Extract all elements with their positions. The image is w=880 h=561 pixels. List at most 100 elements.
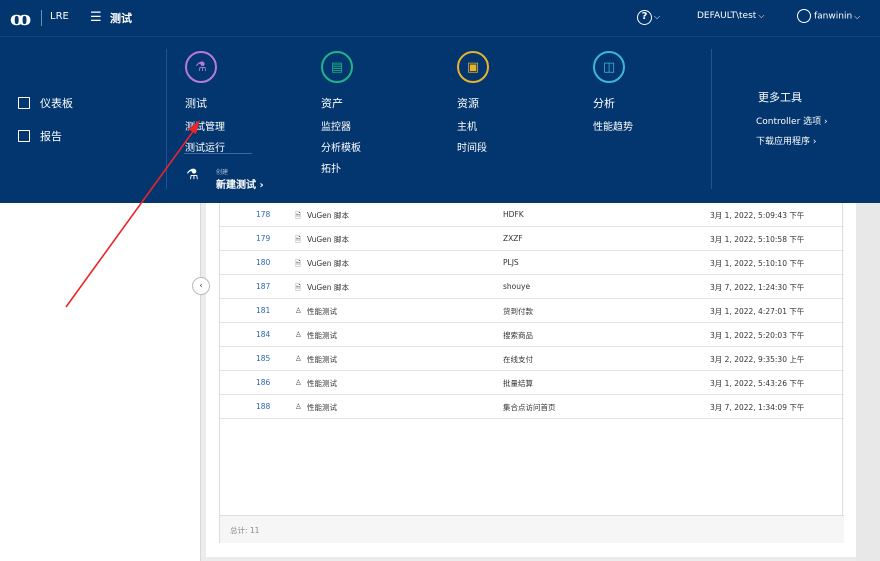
menu-item-topology[interactable]: 拓扑 <box>321 160 361 175</box>
nav-item-label: 报告 <box>40 130 62 143</box>
performance-test-icon: ♙ <box>295 378 302 387</box>
row-type: VuGen 脚本 <box>307 283 349 292</box>
flask-icon: ⚗ <box>186 167 199 183</box>
row-id-link[interactable]: 185 <box>256 354 270 363</box>
user-menu[interactable]: fanwinin ⌵ <box>797 9 860 23</box>
main-panel: 178 🗎 VuGen 脚本 HDFK 3月 1, 2022, 5:09:43 … <box>206 203 856 557</box>
menu-column-assets: ▤ 资产 监控器 分析模板 拓扑 <box>321 51 361 181</box>
row-type: 性能测试 <box>307 379 337 388</box>
row-name: 批量结算 <box>503 379 533 388</box>
download-apps-link[interactable]: 下载应用程序 › <box>756 134 836 147</box>
table-row[interactable]: 178 🗎 VuGen 脚本 HDFK 3月 1, 2022, 5:09:43 … <box>220 203 844 227</box>
row-name: PLJS <box>503 258 519 267</box>
menu-item-monitors[interactable]: 监控器 <box>321 118 361 133</box>
row-type: 性能测试 <box>307 307 337 316</box>
row-id-link[interactable]: 178 <box>256 210 270 219</box>
right-margin <box>856 203 880 561</box>
table-row[interactable]: 181 ♙ 性能测试 货到付款 3月 1, 2022, 4:27:01 下午 <box>220 299 844 323</box>
tenant-label: DEFAULT\test <box>697 11 757 21</box>
top-bar: ꝏ LRE ☰ 测试 ? ⌵ DEFAULT\test ⌵ fanwinin ⌵ <box>0 0 880 36</box>
collapse-sidebar-button[interactable]: ‹ <box>192 277 210 295</box>
divider <box>184 153 252 154</box>
row-id-link[interactable]: 181 <box>256 306 270 315</box>
row-id-link[interactable]: 180 <box>256 258 270 267</box>
sidebar <box>0 203 201 561</box>
row-date: 3月 1, 2022, 5:09:43 下午 <box>710 211 805 220</box>
chart-icon: ◫ <box>593 51 625 83</box>
controller-options-link[interactable]: Controller 选项 › <box>756 114 836 127</box>
menu-item-hosts[interactable]: 主机 <box>457 118 489 133</box>
row-date: 3月 1, 2022, 5:20:03 下午 <box>710 331 805 340</box>
row-id-link[interactable]: 184 <box>256 330 270 339</box>
nav-item-label: 仪表板 <box>40 97 73 110</box>
user-name: fanwinin <box>814 11 853 22</box>
table-row[interactable]: 186 ♙ 性能测试 批量结算 3月 1, 2022, 5:43:26 下午 <box>220 371 844 395</box>
menu-title-assets[interactable]: 资产 <box>321 95 361 111</box>
row-name: 货到付款 <box>503 307 533 316</box>
dashboard-icon <box>18 97 30 109</box>
menu-column-resources: ▣ 资源 主机 时间段 <box>457 51 489 160</box>
row-id-link[interactable]: 188 <box>256 402 270 411</box>
page: ꝏ LRE ☰ 测试 ? ⌵ DEFAULT\test ⌵ fanwinin ⌵ 仪表… <box>0 0 880 561</box>
table-row[interactable]: 187 🗎 VuGen 脚本 shouye 3月 7, 2022, 1:24:3… <box>220 275 844 299</box>
row-type: 性能测试 <box>307 403 337 412</box>
more-tools: 更多工具 Controller 选项 › 下载应用程序 › <box>756 89 836 154</box>
create-label: 创建 <box>216 169 229 176</box>
script-icon: 🗎 <box>295 283 302 292</box>
performance-test-icon: ♙ <box>295 354 302 363</box>
chevron-down-icon: ⌵ <box>654 12 661 21</box>
menu-item-test-management[interactable]: 测试管理 <box>185 118 225 133</box>
host-icon: ▣ <box>457 51 489 83</box>
row-id-link[interactable]: 187 <box>256 282 270 291</box>
menu-title-analysis[interactable]: 分析 <box>593 95 633 111</box>
row-type: VuGen 脚本 <box>307 211 349 220</box>
nav-item-dashboard[interactable]: 仪表板 <box>18 95 73 111</box>
menu-item-test-runs[interactable]: 测试运行 <box>185 139 225 154</box>
new-test-link[interactable]: 新建测试 › <box>216 176 264 191</box>
help-menu[interactable]: ? ⌵ <box>637 8 660 25</box>
more-tools-title: 更多工具 <box>758 91 802 104</box>
row-date: 3月 7, 2022, 1:24:30 下午 <box>710 283 805 292</box>
divider <box>166 49 167 189</box>
script-icon: 🗎 <box>295 259 302 268</box>
performance-test-icon: ♙ <box>295 402 302 411</box>
script-icon: 🗎 <box>295 235 302 244</box>
script-icon: 🗎 <box>295 211 302 220</box>
hamburger-menu-icon[interactable]: ☰ <box>90 10 102 25</box>
performance-test-icon: ♙ <box>295 330 302 339</box>
row-name: HDFK <box>503 210 524 219</box>
menu-item-analysis-templates[interactable]: 分析模板 <box>321 139 361 154</box>
row-id-link[interactable]: 179 <box>256 234 270 243</box>
row-type: 性能测试 <box>307 331 337 340</box>
menu-title-test[interactable]: 测试 <box>185 95 225 111</box>
table-row[interactable]: 184 ♙ 性能测试 搜索商品 3月 1, 2022, 5:20:03 下午 <box>220 323 844 347</box>
create-new-test[interactable]: ⚗ 创建 新建测试 › <box>184 153 264 191</box>
table-row[interactable]: 179 🗎 VuGen 脚本 ZXZF 3月 1, 2022, 5:10:58 … <box>220 227 844 251</box>
row-name: shouye <box>503 282 531 291</box>
total-count: 总计: 11 <box>230 526 260 535</box>
section-title[interactable]: 测试 <box>110 10 132 26</box>
performance-test-icon: ♙ <box>295 306 302 315</box>
menu-item-timeslots[interactable]: 时间段 <box>457 139 489 154</box>
menu-item-performance-trends[interactable]: 性能趋势 <box>593 118 633 133</box>
help-icon: ? <box>637 10 652 25</box>
test-table: 178 🗎 VuGen 脚本 HDFK 3月 1, 2022, 5:09:43 … <box>219 203 844 543</box>
table-row[interactable]: 188 ♙ 性能测试 集合点访问首页 3月 7, 2022, 1:34:09 下… <box>220 395 844 419</box>
row-date: 3月 1, 2022, 5:43:26 下午 <box>710 379 805 388</box>
product-name: LRE <box>50 11 69 22</box>
table-row[interactable]: 180 🗎 VuGen 脚本 PLJS 3月 1, 2022, 5:10:10 … <box>220 251 844 275</box>
tenant-selector[interactable]: DEFAULT\test ⌵ <box>697 11 764 21</box>
table-row[interactable]: 185 ♙ 性能测试 在线支付 3月 2, 2022, 9:35:30 上午 <box>220 347 844 371</box>
menu-column-analysis: ◫ 分析 性能趋势 <box>593 51 633 139</box>
nav-item-reports[interactable]: 报告 <box>18 128 73 144</box>
row-date: 3月 2, 2022, 9:35:30 上午 <box>710 355 805 364</box>
divider <box>41 10 42 26</box>
flask-icon: ⚗ <box>185 51 217 83</box>
row-name: ZXZF <box>503 234 523 243</box>
report-icon <box>18 130 30 142</box>
row-date: 3月 7, 2022, 1:34:09 下午 <box>710 403 805 412</box>
menu-title-resources[interactable]: 资源 <box>457 95 489 111</box>
row-type: 性能测试 <box>307 355 337 364</box>
chevron-down-icon: ⌵ <box>854 11 861 21</box>
row-id-link[interactable]: 186 <box>256 378 270 387</box>
